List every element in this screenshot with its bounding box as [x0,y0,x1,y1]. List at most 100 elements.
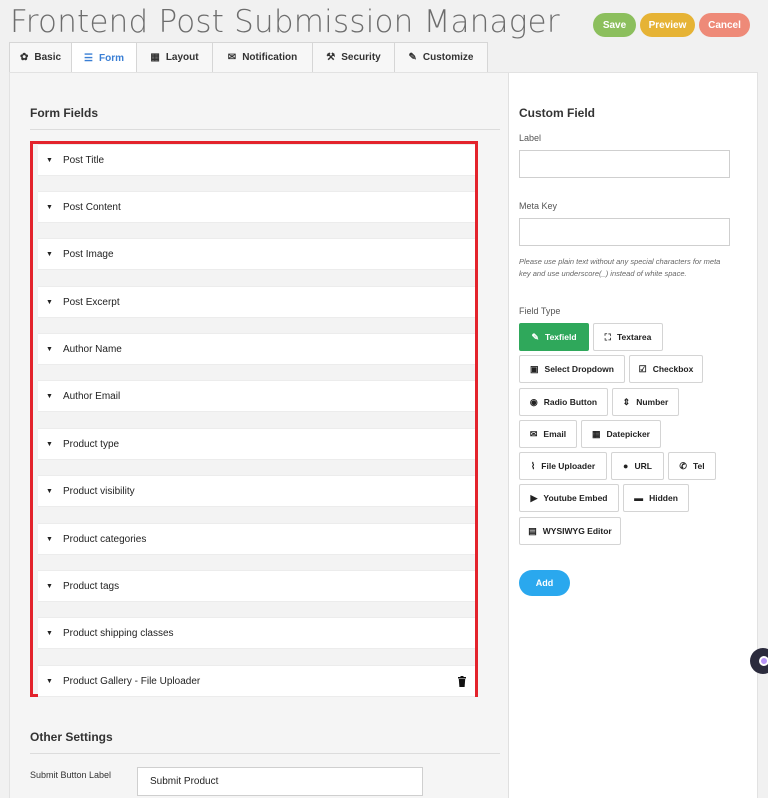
envelope-icon: ✉ [227,52,237,63]
field-row[interactable]: ▼ Product Gallery - File Uploader [38,665,475,697]
field-type-caption: Field Type [519,306,561,316]
brush-icon: ✎ [408,52,417,63]
field-label: Post Excerpt [62,296,120,308]
field-row[interactable]: ▼ Author Email [38,380,475,412]
caret-down-icon[interactable]: ▼ [46,441,53,448]
field-row[interactable]: ▼ Product visibility [38,475,475,507]
tab-customize[interactable]: ✎ Customize [394,42,488,72]
email-type-button[interactable]: ✉ Email [519,420,577,448]
tab-label: Layout [165,52,199,63]
trash-icon[interactable] [458,676,466,687]
minus-icon: ▬ [634,493,644,503]
field-label: Post Content [62,201,121,213]
expand-icon: ⛶ [604,331,611,342]
field-label: Product type [62,438,120,450]
submit-button-label-input[interactable] [137,767,423,796]
field-label: Product shipping classes [62,627,174,639]
field-label: Product categories [62,533,147,545]
tab-basic[interactable]: ✿ Basic [9,42,72,72]
other-settings-title: Other Settings [30,730,113,744]
save-button[interactable]: Save [593,13,636,37]
sort-icon: ⇕ [622,396,631,407]
tel-type-button[interactable]: ✆ Tel [668,452,716,480]
eye-icon [759,656,768,666]
gear-icon: ✿ [19,52,29,63]
caret-down-icon[interactable]: ▼ [46,536,53,543]
field-row[interactable]: ▼ Product type [38,428,475,460]
field-label: Author Email [62,390,121,402]
tab-label: Form [98,52,124,64]
layout-icon: ▦ [150,52,160,63]
document-icon: ▤ [528,525,537,536]
field-row[interactable]: ▼ Product shipping classes [38,617,475,649]
paperclip-icon: ⌇ [530,460,536,471]
envelope-icon: ✉ [529,428,538,439]
caret-down-icon[interactable]: ▼ [46,393,53,400]
field-row[interactable]: ▼ Post Excerpt [38,286,475,318]
globe-icon: ● [623,461,629,471]
wysiwyg-editor-type-button[interactable]: ▤ WYSIWYG Editor [519,517,621,545]
caret-down-icon[interactable]: ▼ [46,583,53,590]
shield-icon: ⚒ [326,52,336,63]
field-row[interactable]: ▼ Post Image [38,238,475,270]
submit-button-label: Submit Button Label [30,770,112,780]
cancel-button[interactable]: Cancel [699,13,750,37]
tab-bar: ✿ Basic ☰ Form ▦ Layout ✉ Notification ⚒… [9,42,488,73]
label-caption: Label [519,133,542,143]
form-icon: ☰ [84,52,93,64]
select-dropdown-type-button[interactable]: ▣ Select Dropdown [519,355,625,383]
checkbox-type-button[interactable]: ☑ Checkbox [629,355,703,383]
field-label: Product tags [62,580,120,592]
tab-label: Notification [242,52,298,63]
form-fields-list: ▼ Post Title ▼ Post Content ▼ Post Image ▼ P… [30,141,478,697]
field-row[interactable]: ▼ Product categories [38,523,475,555]
caret-down-icon[interactable]: ▼ [46,630,53,637]
tab-label: Security [341,52,381,63]
caret-down-icon[interactable]: ▼ [46,157,53,164]
number-type-button[interactable]: ⇕ Number [612,388,679,416]
field-label: Author Name [62,343,122,355]
caret-down-icon[interactable]: ▼ [46,678,53,685]
field-row[interactable]: ▼ Author Name [38,333,475,365]
field-row[interactable]: ▼ Post Content [38,191,475,223]
form-fields-title: Form Fields [30,106,99,120]
tab-notification[interactable]: ✉ Notification [212,42,313,72]
caret-down-icon[interactable]: ▼ [46,299,53,306]
caret-down-icon[interactable]: ▼ [46,346,53,353]
preview-button[interactable]: Preview [640,13,695,37]
form-fields-panel: Form Fields ▼ Post Title ▼ Post Content ▼ P… [10,73,509,798]
tab-security[interactable]: ⚒ Security [312,42,395,72]
file-uploader-type-button[interactable]: ⌇ File Uploader [519,452,607,480]
field-row[interactable]: ▼ Post Title [38,144,475,176]
tab-layout[interactable]: ▦ Layout [136,42,213,72]
top-actions: Save Preview Cancel [593,13,750,37]
youtube-embed-type-button[interactable]: ▶ Youtube Embed [519,484,619,512]
field-label: Post Title [62,154,105,166]
caret-down-icon[interactable]: ▼ [46,251,53,258]
caret-down-icon[interactable]: ▼ [46,488,53,495]
radio-icon: ◉ [529,396,538,407]
edit-icon: ✎ [531,331,540,342]
meta-key-caption: Meta Key [519,201,558,211]
caret-down-icon[interactable]: ▼ [46,204,53,211]
tab-form[interactable]: ☰ Form [71,42,137,73]
radio-button-type-button[interactable]: ◉ Radio Button [519,388,608,416]
youtube-icon: ▶ [530,492,538,503]
textarea-type-button[interactable]: ⛶ Textarea [593,323,663,351]
calendar-icon: ▦ [592,428,601,439]
field-label: Product visibility [62,485,135,497]
divider [30,129,500,130]
label-input[interactable] [519,150,730,178]
meta-key-input[interactable] [519,218,730,246]
dropdown-icon: ▣ [530,363,539,374]
page-title: Frontend Post Submission Manager [10,4,560,40]
add-button[interactable]: Add [519,570,570,596]
texfield-type-button[interactable]: ✎ Texfield [519,323,589,351]
checkbox-icon: ☑ [638,363,647,374]
tab-label: Customize [422,52,474,63]
divider [30,753,500,754]
url-type-button[interactable]: ● URL [611,452,664,480]
datepicker-type-button[interactable]: ▦ Datepicker [581,420,661,448]
hidden-type-button[interactable]: ▬ Hidden [623,484,689,512]
field-row[interactable]: ▼ Product tags [38,570,475,602]
